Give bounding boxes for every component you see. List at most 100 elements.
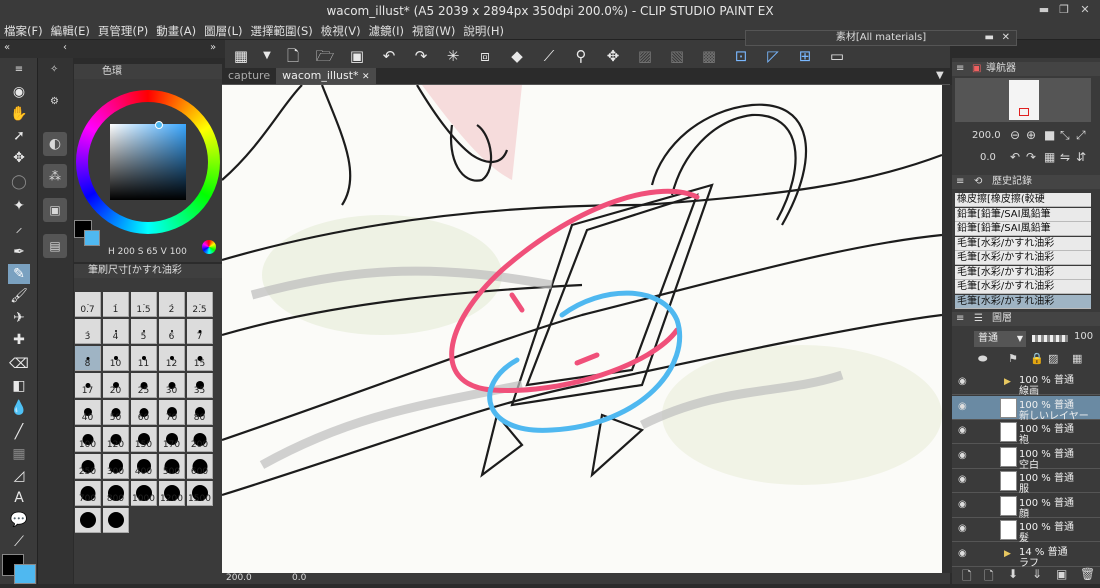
history-item[interactable]: 鉛筆[鉛筆/SAI風鉛筆 [955, 222, 1091, 236]
brush-size-cell[interactable]: 1200 [159, 481, 185, 506]
tab-list-icon[interactable]: ▼ [936, 70, 944, 81]
menu-animation[interactable]: 動畫(A) [152, 22, 200, 40]
sv-square[interactable] [110, 124, 186, 200]
brush-size-cell[interactable]: 700 [75, 481, 101, 506]
move-layer-icon[interactable]: ✥ [8, 148, 30, 168]
layer-folder-row[interactable]: ◉ ▶ 100 % 普通 線画 [952, 371, 1100, 397]
approx-color-tab-icon[interactable]: ▤ [43, 234, 67, 258]
opacity-value[interactable]: 100 [1074, 331, 1093, 342]
flip-v-icon[interactable]: ⇵ [1076, 150, 1086, 164]
rotate-left-icon[interactable]: ↶ [1010, 150, 1020, 164]
lock-icon[interactable]: 🔒 [1030, 352, 1044, 365]
airbrush-icon[interactable]: ✈ [8, 308, 30, 328]
tool-palette-menu-icon[interactable]: ≡ [8, 60, 30, 80]
history-item[interactable]: 鉛筆[鉛筆/SAI風鉛筆 [955, 207, 1091, 222]
open-folder-icon[interactable]: 🗁 [312, 43, 338, 69]
lock-alpha-icon[interactable]: ▨ [1048, 352, 1058, 365]
eraser-icon[interactable]: ⌫ [8, 354, 30, 374]
layout-grid-icon[interactable]: ▦ [228, 43, 254, 69]
layer-row[interactable]: ◉ 100 % 普通 新しいレイヤー [952, 395, 1100, 422]
snap-ruler-icon[interactable]: ◸ [760, 43, 786, 69]
brush-size-cell[interactable]: 600 [187, 454, 213, 479]
history-item[interactable]: 毛筆[水彩/かすれ油彩 [955, 294, 1091, 309]
balloon-icon[interactable]: 💬 [8, 510, 30, 530]
line-correction-icon[interactable]: ⟋ [8, 532, 30, 552]
brush-size-cell[interactable]: 170 [159, 427, 185, 452]
reset-rotate-icon[interactable]: ▦ [1044, 150, 1055, 164]
brush-size-cell[interactable]: 70 [159, 400, 185, 425]
blend-mode-select[interactable]: 普通 ▼ [974, 331, 1026, 347]
new-vector-layer-icon[interactable]: 🗋 [984, 567, 994, 588]
brush-size-cell[interactable]: 250 [75, 454, 101, 479]
color-set-tab-icon[interactable]: ⁂ [43, 164, 67, 188]
zoom-in-icon[interactable]: ⊕ [1026, 128, 1036, 142]
ruler-icon[interactable]: ▨ [632, 43, 658, 69]
transform-icon[interactable]: ✥ [600, 43, 626, 69]
status-zoom[interactable]: 200.0 [226, 573, 252, 583]
select-all-icon[interactable]: ⚲ [568, 43, 594, 69]
frame-icon[interactable]: ▦ [8, 444, 30, 464]
collapse-right-icon[interactable]: » [210, 42, 216, 53]
layer-mask-icon[interactable]: ▣ [1056, 567, 1067, 581]
navigator-viewport[interactable] [1019, 108, 1029, 116]
zoom-out-icon[interactable]: ⊖ [1010, 128, 1020, 142]
brush-tool-icon[interactable]: 🖌 [8, 286, 30, 306]
gradient-icon[interactable]: ◧ [8, 376, 30, 396]
brush-size-cell[interactable]: 500 [159, 454, 185, 479]
pencil-tool-icon[interactable]: ✎ [8, 264, 30, 284]
chevron-down-icon[interactable]: ▼ [260, 43, 274, 69]
menu-selection[interactable]: 選擇範圍(S) [247, 22, 317, 40]
clip-layer-icon[interactable]: ⬬ [978, 352, 987, 366]
panel-menu-icon[interactable]: ≡ [956, 62, 964, 76]
eye-icon[interactable]: ◉ [958, 425, 970, 437]
pen-tool-icon[interactable]: ✒ [8, 242, 30, 262]
minimize-button[interactable]: ▬ [1036, 3, 1052, 17]
brush-size-cell[interactable]: 40 [75, 400, 101, 425]
eye-icon[interactable]: ◉ [958, 548, 970, 560]
lasso-icon[interactable]: ◯ [8, 172, 30, 192]
brush-size-cell[interactable]: 2 [159, 292, 185, 317]
history-item[interactable]: 毛筆[水彩/かすれ油彩 [955, 251, 1091, 265]
brush-size-cell[interactable]: 300 [103, 454, 129, 479]
brush-size-cell[interactable]: 1000 [131, 481, 157, 506]
rotate-right-icon[interactable]: ↷ [1026, 150, 1036, 164]
brush-size-cell[interactable]: 120 [103, 427, 129, 452]
operation-tool-icon[interactable]: ➚ [8, 126, 30, 146]
eye-icon[interactable]: ◉ [958, 401, 970, 413]
eye-icon[interactable]: ◉ [958, 499, 970, 511]
brush-size-cell[interactable]: 8 [75, 346, 101, 371]
sv-cursor[interactable] [155, 121, 163, 129]
opacity-slider[interactable] [1032, 335, 1068, 342]
layer-folder-row[interactable]: ◉ ▶ 14 % 普通 ラフ [952, 542, 1100, 569]
cut-icon[interactable]: ⧈ [472, 43, 498, 69]
brush-size-cell[interactable]: 800 [103, 481, 129, 506]
mask-icon[interactable]: ▦ [1072, 352, 1082, 365]
tab-capture[interactable]: capture [222, 68, 276, 84]
brush-size-cell[interactable]: 20 [103, 373, 129, 398]
layer-row[interactable]: ◉ 100 % 普通顔 [952, 493, 1100, 520]
canvas-vertical-scrollbar[interactable] [942, 85, 952, 573]
color-mode-icon[interactable] [202, 240, 216, 254]
save-icon[interactable]: ▣ [344, 43, 370, 69]
layer-menu-icon[interactable]: ≡ [956, 312, 964, 326]
history-item[interactable]: 橡皮擦[橡皮擦(較硬 [955, 193, 1091, 207]
new-folder-icon[interactable]: ⬇ [1008, 567, 1018, 581]
color-wheel-tab-icon[interactable]: ◐ [43, 132, 67, 156]
eye-icon[interactable]: ◉ [958, 523, 970, 535]
brush-size-cell[interactable]: 50 [103, 400, 129, 425]
eye-icon[interactable]: ◉ [958, 474, 970, 486]
brush-size-cell[interactable] [103, 508, 129, 533]
brush-size-cell[interactable]: 0.7 [75, 292, 101, 317]
history-item[interactable]: 毛筆[水彩/かすれ油彩 [955, 236, 1091, 251]
layer-row[interactable]: ◉ 100 % 普通 空白 [952, 444, 1100, 471]
menu-layer[interactable]: 圖層(L) [200, 22, 246, 40]
history-item[interactable]: 毛筆[水彩/かすれ油彩 [955, 280, 1091, 294]
layer-row[interactable]: ◉ 100 % 普通髮 [952, 518, 1100, 544]
brush-size-cell[interactable]: 1.5 [131, 292, 157, 317]
brush-size-cell[interactable]: 80 [187, 400, 213, 425]
actual-size-icon[interactable]: ⤢ [1076, 128, 1086, 143]
eyedropper-icon[interactable]: ⸝ [8, 218, 30, 238]
menu-help[interactable]: 說明(H) [459, 22, 508, 40]
maximize-button[interactable]: ❐ [1056, 3, 1072, 17]
brush-size-cell[interactable]: 7 [187, 319, 213, 344]
